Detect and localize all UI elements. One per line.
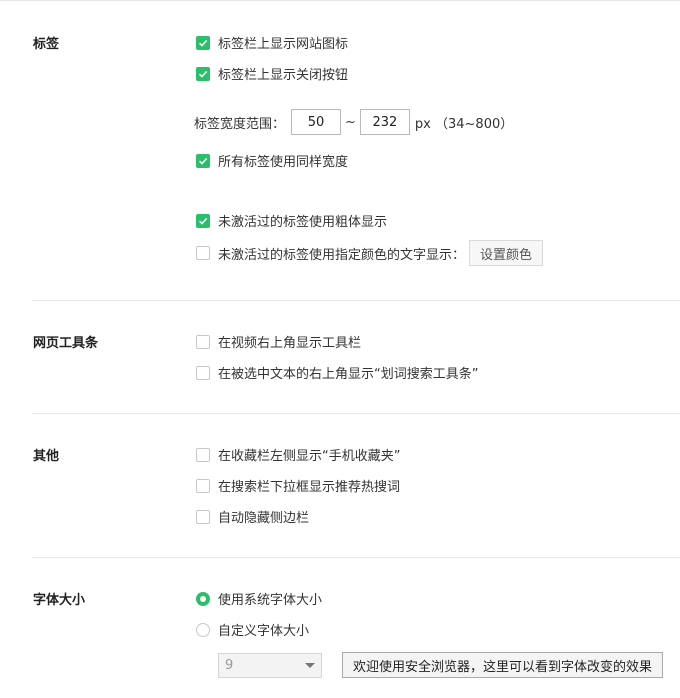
option-label: 在收藏栏左侧显示“手机收藏夹”	[218, 449, 401, 464]
option-label: 在视频右上角显示工具栏	[218, 336, 362, 351]
width-min-input[interactable]: 50	[291, 109, 342, 135]
width-range-label: 标签宽度范围：	[194, 116, 286, 132]
checkbox-checked-icon[interactable]	[196, 66, 210, 81]
show-close-button-option[interactable]: 标签栏上显示关闭按钮	[196, 64, 348, 83]
inactive-bold-option[interactable]: 未激活过的标签使用粗体显示	[196, 211, 387, 230]
option-label: 未激活过的标签使用指定颜色的文字显示：	[218, 247, 466, 263]
font-size-controls: 9 欢迎使用安全浏览器，这里可以看到字体改变的效果	[218, 652, 664, 678]
tab-width-range: 标签宽度范围： 50 ~ 232 px （34~800）	[194, 109, 513, 135]
section-title-tabs: 标签	[33, 37, 60, 52]
option-label: 标签栏上显示网站图标	[218, 37, 349, 52]
system-font-size-option[interactable]: 使用系统字体大小	[196, 589, 322, 608]
option-label: 在搜索栏下拉框显示推荐热搜词	[218, 480, 401, 495]
section-divider	[32, 413, 680, 414]
font-preview-box: 欢迎使用安全浏览器，这里可以看到字体改变的效果	[342, 652, 664, 678]
option-label: 使用系统字体大小	[218, 593, 323, 608]
video-toolbar-option[interactable]: 在视频右上角显示工具栏	[196, 332, 361, 351]
set-color-button[interactable]: 设置颜色	[469, 240, 544, 266]
chevron-down-icon	[305, 662, 315, 668]
hot-search-option[interactable]: 在搜索栏下拉框显示推荐热搜词	[196, 476, 400, 495]
inactive-color-option[interactable]: 未激活过的标签使用指定颜色的文字显示： 设置颜色	[196, 240, 544, 266]
section-title-other: 其他	[33, 449, 60, 464]
mobile-favorites-option[interactable]: 在收藏栏左侧显示“手机收藏夹”	[196, 445, 400, 464]
checkbox-unchecked-icon[interactable]	[196, 509, 210, 524]
checkbox-checked-icon[interactable]	[196, 213, 210, 228]
custom-font-size-option[interactable]: 自定义字体大小	[196, 620, 309, 639]
option-label: 自动隐藏侧边栏	[218, 511, 310, 526]
checkbox-checked-icon[interactable]	[196, 153, 210, 168]
search-toolbar-option[interactable]: 在被选中文本的右上角显示“划词搜索工具条”	[196, 363, 478, 382]
checkbox-checked-icon[interactable]	[196, 35, 210, 50]
section-divider	[32, 557, 680, 558]
checkbox-unchecked-icon[interactable]	[196, 246, 210, 260]
show-site-icon-option[interactable]: 标签栏上显示网站图标	[196, 33, 348, 52]
section-divider	[32, 300, 680, 301]
option-label: 在被选中文本的右上角显示“划词搜索工具条”	[218, 367, 479, 382]
option-label: 自定义字体大小	[218, 624, 310, 639]
checkbox-unchecked-icon[interactable]	[196, 478, 210, 493]
radio-selected-icon[interactable]	[196, 591, 210, 606]
option-label: 未激活过的标签使用粗体显示	[218, 215, 388, 230]
width-max-input[interactable]: 232	[359, 109, 410, 135]
font-size-value: 9	[225, 657, 234, 673]
same-width-option[interactable]: 所有标签使用同样宽度	[196, 151, 348, 170]
option-label: 所有标签使用同样宽度	[218, 155, 349, 170]
width-unit-hint: px （34~800）	[414, 116, 514, 132]
auto-hide-sidebar-option[interactable]: 自动隐藏侧边栏	[196, 507, 309, 526]
top-divider	[0, 0, 680, 1]
checkbox-unchecked-icon[interactable]	[196, 447, 210, 462]
range-tilde: ~	[345, 114, 356, 130]
radio-unselected-icon[interactable]	[196, 622, 210, 637]
checkbox-unchecked-icon[interactable]	[196, 334, 210, 349]
section-title-font: 字体大小	[33, 593, 86, 608]
checkbox-unchecked-icon[interactable]	[196, 365, 210, 380]
section-title-toolbar: 网页工具条	[33, 336, 99, 351]
option-label: 标签栏上显示关闭按钮	[218, 68, 349, 83]
font-size-select[interactable]: 9	[218, 652, 322, 678]
